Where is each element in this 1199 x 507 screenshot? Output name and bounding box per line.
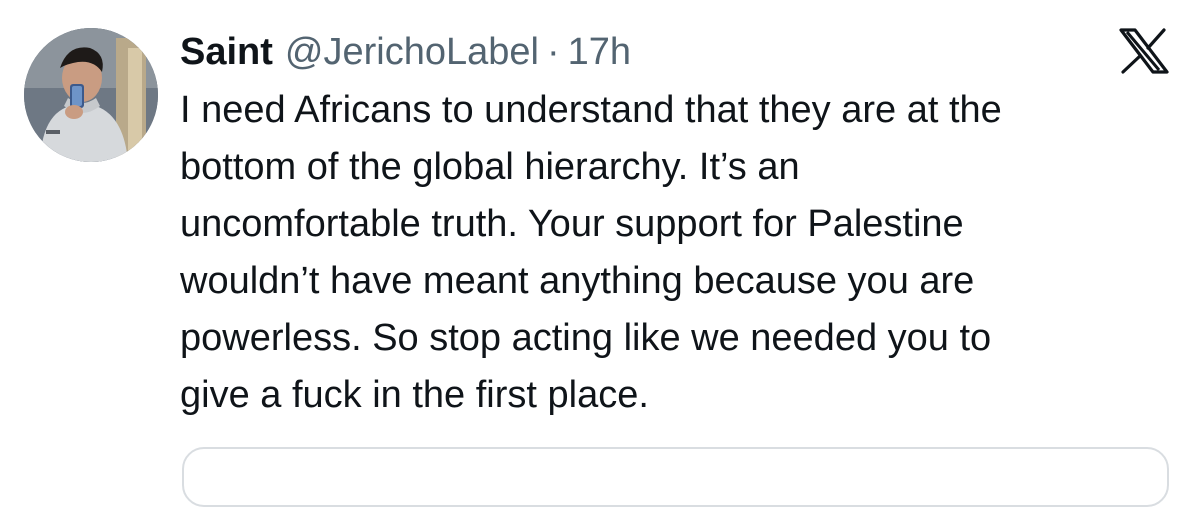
user-handle[interactable]: @JerichoLabel: [285, 26, 539, 78]
tweet-card[interactable]: Saint @JerichoLabel · 17h I need African…: [0, 0, 1199, 507]
quoted-post-card[interactable]: [182, 447, 1169, 507]
x-logo-icon: [1119, 28, 1169, 74]
avatar-photo-icon: [24, 28, 158, 162]
tweet-header: Saint @JerichoLabel · 17h: [180, 26, 631, 78]
avatar[interactable]: [24, 28, 158, 162]
display-name[interactable]: Saint: [180, 26, 273, 78]
tweet-text: I need Africans to understand that they …: [180, 89, 1002, 416]
separator-dot: ·: [546, 31, 560, 73]
timestamp[interactable]: 17h: [568, 26, 631, 78]
